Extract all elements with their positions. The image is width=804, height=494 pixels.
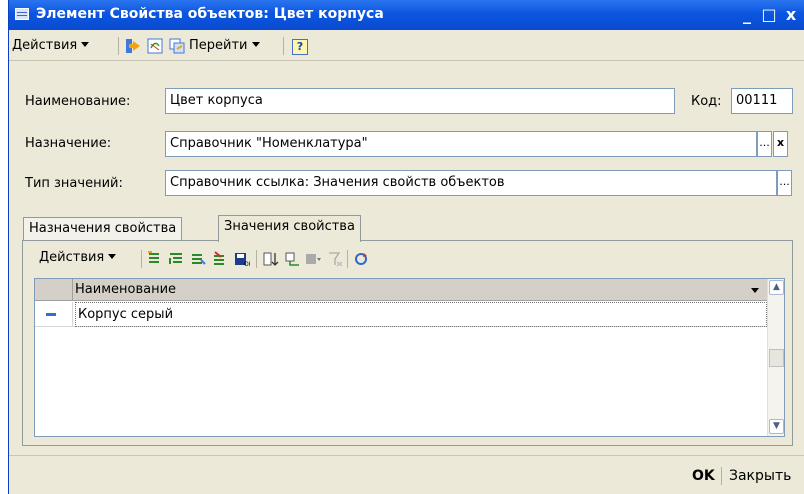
back-arrow-icon[interactable]: [125, 38, 141, 54]
footer-bar: OK Закрыть: [9, 455, 804, 494]
window-title: Элемент Свойства объектов: Цвет корпуса: [36, 6, 384, 22]
filter-dropdown-icon[interactable]: [305, 251, 321, 267]
refresh-icon[interactable]: [147, 38, 163, 54]
toolbar-separator: [141, 250, 142, 268]
code-label: Код:: [691, 94, 722, 109]
toolbar-separator: [256, 250, 257, 268]
ok-button[interactable]: OK: [692, 466, 715, 486]
edit-row-icon[interactable]: [212, 251, 228, 267]
close-button[interactable]: Закрыть: [729, 466, 791, 486]
purpose-select-button[interactable]: ...: [757, 131, 772, 157]
add-group-icon[interactable]: [168, 251, 184, 267]
refresh-list-icon[interactable]: [353, 251, 369, 267]
tab-property-values[interactable]: Значения свойства: [218, 215, 361, 242]
column-menu-icon[interactable]: [751, 288, 759, 293]
minimize-button[interactable]: _: [736, 4, 758, 26]
table-row[interactable]: Корпус серый: [35, 302, 767, 327]
chevron-down-icon: [81, 42, 90, 47]
maximize-button[interactable]: □: [758, 4, 780, 26]
sort-icon[interactable]: [263, 251, 279, 267]
table-scrollbar[interactable]: ▲ ▼: [767, 279, 784, 436]
panel-actions-label: Действия: [39, 250, 105, 265]
chevron-down-icon: [251, 42, 260, 47]
footer-separator: [721, 467, 722, 485]
chevron-down-icon: [108, 254, 117, 259]
toolbar-separator: [283, 37, 284, 55]
panel-actions-menu[interactable]: Действия: [39, 248, 117, 268]
name-field[interactable]: Цвет корпуса: [165, 88, 675, 114]
header-lead-cell: [35, 279, 73, 301]
scroll-down-button[interactable]: ▼: [769, 419, 784, 434]
property-element-window: Элемент Свойства объектов: Цвет корпуса …: [8, 0, 804, 494]
purpose-clear-button[interactable]: x: [773, 131, 788, 157]
toolbar-separator: [118, 37, 119, 55]
main-toolbar: Действия Перейти ?: [9, 31, 804, 61]
table-header: Наименование: [35, 279, 767, 301]
close-window-button[interactable]: x: [780, 4, 802, 26]
actions-menu[interactable]: Действия: [12, 36, 90, 56]
column-header-name[interactable]: Наименование: [75, 279, 176, 301]
goto-menu[interactable]: Перейти: [189, 36, 260, 56]
add-row-icon[interactable]: [146, 251, 162, 267]
name-label: Наименование:: [25, 94, 131, 109]
scroll-up-button[interactable]: ▲: [769, 280, 784, 295]
purpose-label: Назначение:: [25, 136, 112, 151]
value-type-field[interactable]: Справочник ссылка: Значения свойств объе…: [165, 170, 777, 196]
save-icon[interactable]: ОК: [234, 251, 250, 267]
row-name-cell[interactable]: Корпус серый: [75, 302, 767, 327]
goto-menu-label: Перейти: [189, 38, 248, 53]
scroll-thumb[interactable]: [769, 349, 784, 367]
actions-menu-label: Действия: [12, 38, 78, 53]
item-marker-icon: [46, 313, 56, 316]
code-field[interactable]: 00111: [731, 88, 793, 114]
copy-row-icon[interactable]: [190, 251, 206, 267]
copy-icon[interactable]: [169, 38, 185, 54]
clear-filter-icon[interactable]: [327, 251, 343, 267]
value-type-select-button[interactable]: ...: [777, 170, 792, 196]
form-icon: [15, 8, 29, 20]
value-type-label: Тип значений:: [25, 176, 123, 191]
hierarchy-icon[interactable]: [285, 251, 301, 267]
row-lead-cell: [35, 302, 73, 327]
purpose-field[interactable]: Справочник "Номенклатура": [165, 131, 757, 157]
title-bar[interactable]: Элемент Свойства объектов: Цвет корпуса …: [9, 0, 804, 30]
svg-text:ОК: ОК: [244, 261, 250, 267]
property-values-table[interactable]: Наименование Корпус серый ▲ ▼: [34, 278, 785, 437]
tab-property-purposes[interactable]: Назначения свойства: [23, 217, 183, 241]
toolbar-separator: [347, 250, 348, 268]
help-button[interactable]: ?: [292, 39, 308, 55]
